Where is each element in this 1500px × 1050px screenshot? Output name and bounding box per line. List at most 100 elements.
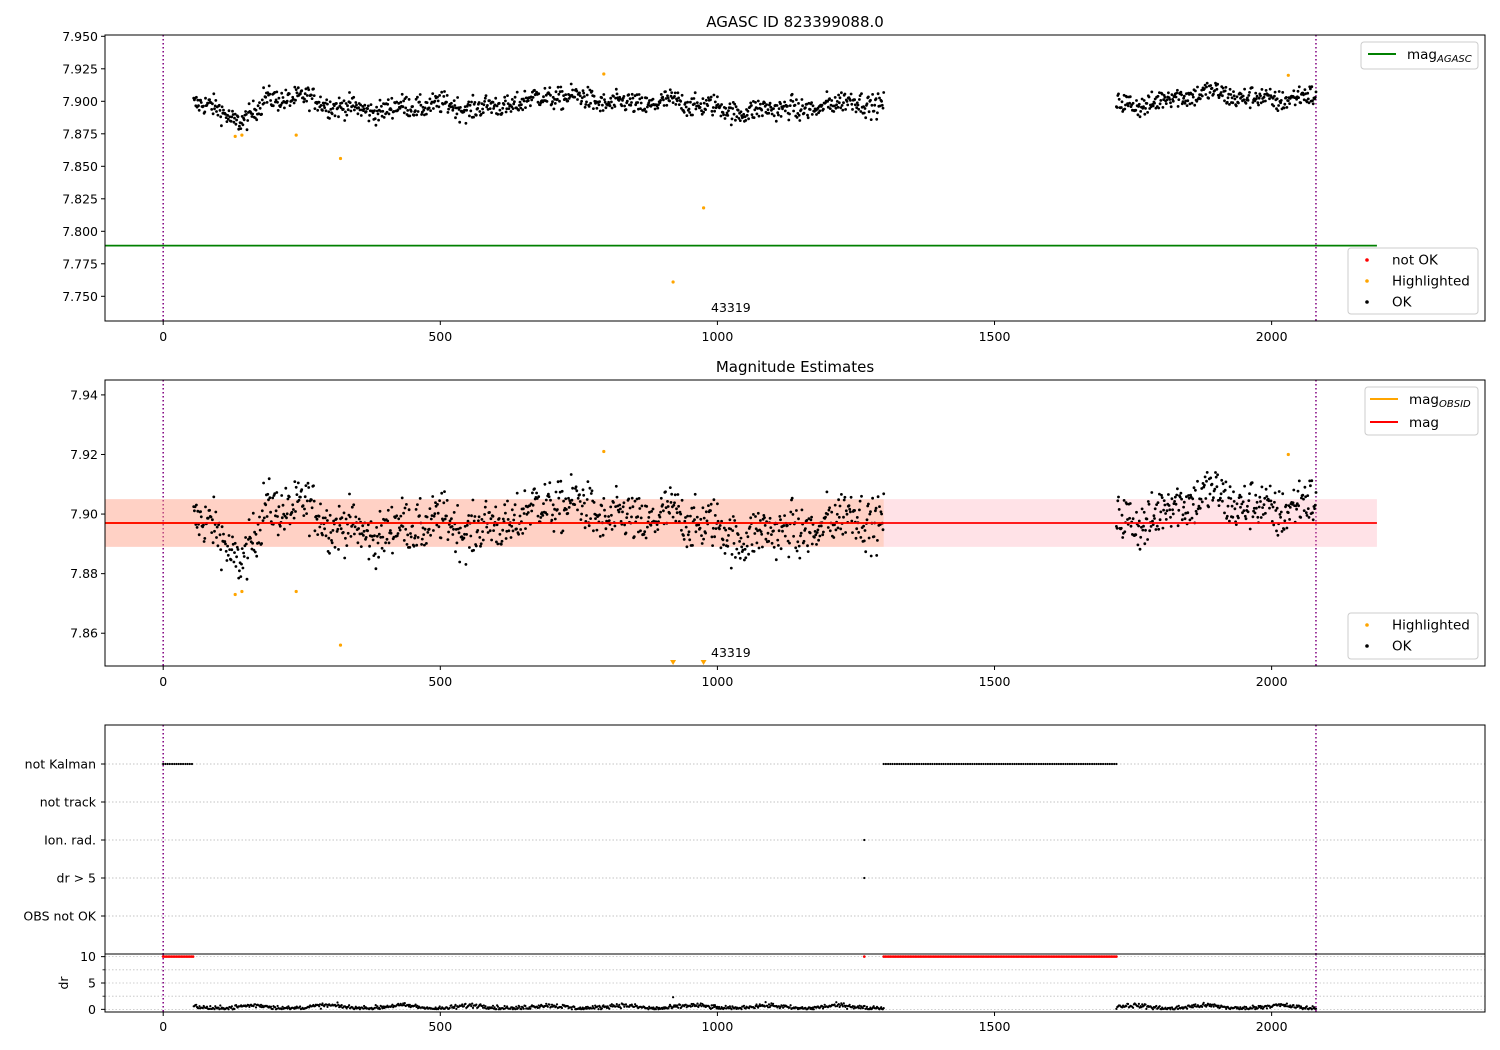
ok-point xyxy=(406,533,410,537)
ok-point xyxy=(451,533,455,536)
ok-point xyxy=(507,529,511,533)
ok-point xyxy=(557,92,561,96)
ok-point xyxy=(1250,86,1254,89)
ok-point xyxy=(293,480,297,483)
ok-point xyxy=(418,100,421,104)
ok-point xyxy=(867,110,871,114)
ok-point xyxy=(710,535,714,539)
ok-point xyxy=(386,98,390,101)
ok-point xyxy=(290,510,294,514)
ok-point xyxy=(682,110,686,114)
flag-label: dr > 5 xyxy=(57,871,96,886)
ok-point xyxy=(357,527,360,530)
ok-point xyxy=(1248,91,1251,94)
ok-point xyxy=(297,498,301,502)
ok-point xyxy=(1223,99,1226,103)
ok-point xyxy=(408,114,412,118)
ok-point xyxy=(354,101,358,104)
ok-point xyxy=(1275,506,1279,510)
ok-point xyxy=(556,480,560,484)
ok-point xyxy=(362,534,365,537)
ok-point xyxy=(727,534,730,537)
ok-point xyxy=(1277,90,1281,93)
ok-point xyxy=(335,102,338,105)
ok-point xyxy=(398,528,402,532)
ok-point xyxy=(734,525,738,528)
flag-point xyxy=(1028,762,1032,766)
ok-point xyxy=(337,548,340,551)
ok-point xyxy=(1221,94,1224,98)
ok-point xyxy=(1138,547,1142,551)
ok-point xyxy=(640,96,644,100)
ok-point xyxy=(870,103,874,107)
dr-red-point xyxy=(1115,955,1118,958)
flag-point xyxy=(909,762,912,766)
ok-point xyxy=(881,106,885,110)
ok-point xyxy=(764,537,768,541)
ok-point xyxy=(229,119,233,123)
ok-point xyxy=(728,102,732,106)
ok-point xyxy=(745,544,749,548)
flag-point xyxy=(955,762,958,766)
ok-point xyxy=(1216,82,1219,86)
ok-point xyxy=(598,535,602,538)
ok-point xyxy=(718,527,721,531)
dr-point xyxy=(471,1002,474,1005)
highlighted-point xyxy=(338,156,343,161)
ok-point xyxy=(576,508,579,512)
ok-point xyxy=(547,495,551,499)
ok-point xyxy=(226,553,230,557)
ok-point xyxy=(415,113,419,117)
flag-point xyxy=(1064,762,1067,766)
ok-point xyxy=(236,115,240,119)
ok-point xyxy=(719,546,723,550)
ok-point xyxy=(249,536,252,540)
ok-point xyxy=(294,485,298,489)
ok-point xyxy=(662,104,666,107)
ok-point xyxy=(858,508,861,512)
ok-point xyxy=(882,91,886,94)
dr-point xyxy=(546,1005,549,1008)
ok-point xyxy=(436,503,439,506)
ok-point xyxy=(815,531,819,534)
ok-point xyxy=(211,518,214,522)
ok-point xyxy=(748,525,752,529)
x-tick-label: 2000 xyxy=(1256,674,1288,689)
ok-point xyxy=(400,92,404,96)
highlighted-point xyxy=(602,72,606,76)
ok-point xyxy=(260,509,264,513)
ok-point xyxy=(503,95,507,99)
flag-point xyxy=(1093,762,1096,766)
ok-point xyxy=(561,107,565,111)
ok-point xyxy=(520,103,523,106)
ok-point xyxy=(1311,518,1315,522)
flag-point xyxy=(1040,762,1043,766)
flag-point xyxy=(975,762,978,766)
ok-point xyxy=(464,563,468,566)
ok-point xyxy=(582,91,586,95)
ok-point xyxy=(258,101,261,104)
ok-point xyxy=(312,499,316,503)
ok-point xyxy=(636,515,640,519)
ok-point xyxy=(746,535,750,539)
ok-point xyxy=(352,503,356,507)
ok-point xyxy=(389,108,393,112)
ok-point xyxy=(501,106,505,110)
ok-point xyxy=(843,495,847,499)
ok-point xyxy=(247,102,251,106)
ok-point xyxy=(323,516,327,520)
ok-point xyxy=(1120,100,1124,104)
ok-point xyxy=(530,509,534,513)
ok-point xyxy=(872,109,876,113)
ok-point xyxy=(548,481,552,485)
ok-point xyxy=(521,108,525,112)
ok-point xyxy=(594,517,597,520)
ok-point xyxy=(481,111,485,114)
x-tick-label: 1500 xyxy=(979,1019,1011,1034)
ok-point xyxy=(1224,480,1228,484)
ok-point xyxy=(770,541,774,545)
ok-point xyxy=(402,511,405,515)
x-tick-label: 1000 xyxy=(702,329,734,344)
ok-point xyxy=(816,528,820,532)
ok-point xyxy=(294,98,297,102)
